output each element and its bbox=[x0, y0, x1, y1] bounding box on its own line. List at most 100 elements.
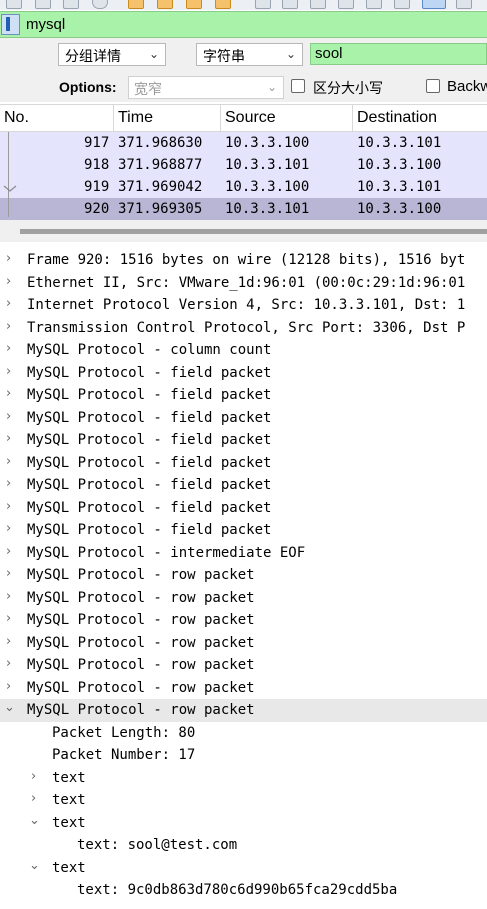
toolbar-icon[interactable] bbox=[255, 0, 271, 9]
toolbar-icon[interactable] bbox=[338, 0, 354, 9]
chevron-right-icon[interactable]: › bbox=[6, 544, 18, 560]
chevron-right-icon[interactable]: › bbox=[31, 769, 43, 785]
toolbar-icon[interactable] bbox=[6, 0, 22, 9]
options-select[interactable]: 宽窄 ⌄ bbox=[128, 76, 284, 99]
backward-checkbox[interactable] bbox=[426, 79, 440, 93]
chevron-down-icon[interactable]: ⌄ bbox=[4, 700, 16, 716]
tree-item[interactable]: › Ethernet II, Src: VMware_1d:96:01 (00:… bbox=[0, 272, 487, 295]
column-no[interactable]: No. bbox=[0, 105, 114, 132]
tree-item[interactable]: › MySQL Protocol - row packet bbox=[0, 654, 487, 677]
chevron-right-icon[interactable]: › bbox=[6, 319, 18, 335]
toolbar-icon[interactable] bbox=[35, 0, 51, 9]
options-label: Options: bbox=[59, 79, 117, 95]
tree-item[interactable]: › text bbox=[0, 789, 487, 812]
chevron-right-icon[interactable]: › bbox=[6, 499, 18, 515]
scrollbar-thumb[interactable] bbox=[20, 229, 487, 234]
packet-destination: 10.3.3.100 bbox=[357, 157, 442, 173]
tree-item[interactable]: › MySQL Protocol - field packet bbox=[0, 497, 487, 520]
column-source[interactable]: Source bbox=[221, 105, 353, 132]
search-type-value: 字符串 bbox=[203, 49, 245, 65]
packet-list-header: No. Time Source Destination bbox=[0, 104, 487, 132]
chevron-down-icon[interactable]: ⌄ bbox=[29, 813, 41, 829]
bookmark-icon[interactable] bbox=[1, 14, 20, 35]
column-destination[interactable]: Destination bbox=[353, 105, 487, 132]
tree-item[interactable]: › MySQL Protocol - intermediate EOF bbox=[0, 542, 487, 565]
column-time[interactable]: Time bbox=[114, 105, 221, 132]
packet-list: 917 371.968630 10.3.3.100 10.3.3.101 918… bbox=[0, 132, 487, 220]
horizontal-scrollbar[interactable] bbox=[0, 220, 487, 242]
tree-leaf[interactable]: text: sool@test.com bbox=[0, 834, 487, 857]
toolbar-icon[interactable] bbox=[63, 0, 79, 9]
tree-item-expanded[interactable]: ⌄ text bbox=[0, 857, 487, 880]
chevron-down-icon: ⌄ bbox=[148, 47, 159, 61]
tree-item[interactable]: › Frame 920: 1516 bytes on wire (12128 b… bbox=[0, 249, 487, 272]
tree-item[interactable]: › MySQL Protocol - row packet bbox=[0, 632, 487, 655]
packet-row[interactable]: 919 371.969042 10.3.3.100 10.3.3.101 bbox=[0, 176, 487, 198]
tree-leaf[interactable]: text: 9c0db863d780c6d990b65fca29cdd5ba bbox=[0, 879, 487, 902]
tree-item[interactable]: › MySQL Protocol - field packet bbox=[0, 519, 487, 542]
tree-item[interactable]: › Transmission Control Protocol, Src Por… bbox=[0, 317, 487, 340]
chevron-right-icon[interactable]: › bbox=[6, 251, 18, 267]
toolbar-icon[interactable] bbox=[186, 0, 202, 9]
toolbar-icon[interactable] bbox=[215, 0, 231, 9]
packet-destination: 10.3.3.101 bbox=[357, 135, 442, 151]
toolbar-icon[interactable] bbox=[157, 0, 173, 9]
chevron-right-icon[interactable]: › bbox=[6, 364, 18, 380]
tree-item[interactable]: › text bbox=[0, 767, 487, 790]
search-input[interactable]: sool bbox=[310, 43, 487, 65]
chevron-right-icon[interactable]: › bbox=[6, 386, 18, 402]
case-sensitive-label: 区分大小写 bbox=[313, 81, 383, 97]
case-sensitive-checkbox[interactable] bbox=[291, 79, 305, 93]
tree-item[interactable]: › MySQL Protocol - row packet bbox=[0, 564, 487, 587]
tree-item[interactable]: › MySQL Protocol - field packet bbox=[0, 362, 487, 385]
tree-item-expanded[interactable]: ⌄ text bbox=[0, 812, 487, 835]
packet-row-selected[interactable]: 920 371.969305 10.3.3.101 10.3.3.100 bbox=[0, 198, 487, 220]
search-scope-select[interactable]: 分组详情 ⌄ bbox=[58, 43, 166, 66]
tree-item[interactable]: › MySQL Protocol - column count bbox=[0, 339, 487, 362]
chevron-right-icon[interactable]: › bbox=[6, 566, 18, 582]
chevron-right-icon[interactable]: › bbox=[6, 656, 18, 672]
toolbar-icon[interactable] bbox=[456, 0, 472, 9]
packet-row[interactable]: 917 371.968630 10.3.3.100 10.3.3.101 bbox=[0, 132, 487, 154]
chevron-right-icon[interactable]: › bbox=[6, 634, 18, 650]
chevron-down-icon: ⌄ bbox=[266, 80, 277, 94]
chevron-right-icon[interactable]: › bbox=[6, 679, 18, 695]
chevron-right-icon[interactable]: › bbox=[6, 476, 18, 492]
tree-item[interactable]: › MySQL Protocol - row packet bbox=[0, 677, 487, 700]
toolbar-icon[interactable] bbox=[282, 0, 298, 9]
packet-time: 371.969042 bbox=[118, 179, 203, 195]
packet-row[interactable]: 918 371.968877 10.3.3.101 10.3.3.100 bbox=[0, 154, 487, 176]
tree-leaf[interactable]: Packet Number: 17 bbox=[0, 744, 487, 767]
toolbar-icon[interactable] bbox=[422, 0, 446, 9]
chevron-down-icon[interactable]: ⌄ bbox=[29, 858, 41, 874]
tree-item[interactable]: › MySQL Protocol - field packet bbox=[0, 429, 487, 452]
tree-item[interactable]: › MySQL Protocol - field packet bbox=[0, 407, 487, 430]
chevron-right-icon[interactable]: › bbox=[6, 431, 18, 447]
chevron-right-icon[interactable]: › bbox=[6, 589, 18, 605]
chevron-right-icon[interactable]: › bbox=[6, 274, 18, 290]
chevron-right-icon[interactable]: › bbox=[31, 791, 43, 807]
toolbar-icon[interactable] bbox=[394, 0, 410, 9]
packet-no: 920 bbox=[84, 201, 110, 217]
packet-time: 371.968630 bbox=[118, 135, 203, 151]
chevron-right-icon[interactable]: › bbox=[6, 409, 18, 425]
tree-item-expanded[interactable]: ⌄ MySQL Protocol - row packet bbox=[0, 699, 487, 722]
tree-leaf[interactable]: Packet Length: 80 bbox=[0, 722, 487, 745]
chevron-right-icon[interactable]: › bbox=[6, 454, 18, 470]
search-type-select[interactable]: 字符串 ⌄ bbox=[196, 43, 303, 66]
chevron-right-icon[interactable]: › bbox=[6, 296, 18, 312]
tree-item[interactable]: › Internet Protocol Version 4, Src: 10.3… bbox=[0, 294, 487, 317]
tree-item[interactable]: › MySQL Protocol - field packet bbox=[0, 384, 487, 407]
toolbar-icon[interactable] bbox=[92, 0, 108, 9]
tree-item[interactable]: › MySQL Protocol - field packet bbox=[0, 474, 487, 497]
toolbar-icon[interactable] bbox=[310, 0, 326, 9]
tree-item[interactable]: › MySQL Protocol - row packet bbox=[0, 609, 487, 632]
toolbar-icon[interactable] bbox=[128, 0, 144, 9]
chevron-right-icon[interactable]: › bbox=[6, 341, 18, 357]
toolbar-icon[interactable] bbox=[366, 0, 382, 9]
chevron-right-icon[interactable]: › bbox=[6, 611, 18, 627]
chevron-right-icon[interactable]: › bbox=[6, 521, 18, 537]
display-filter-input[interactable]: mysql bbox=[26, 16, 65, 33]
tree-item[interactable]: › MySQL Protocol - row packet bbox=[0, 587, 487, 610]
tree-item[interactable]: › MySQL Protocol - field packet bbox=[0, 452, 487, 475]
